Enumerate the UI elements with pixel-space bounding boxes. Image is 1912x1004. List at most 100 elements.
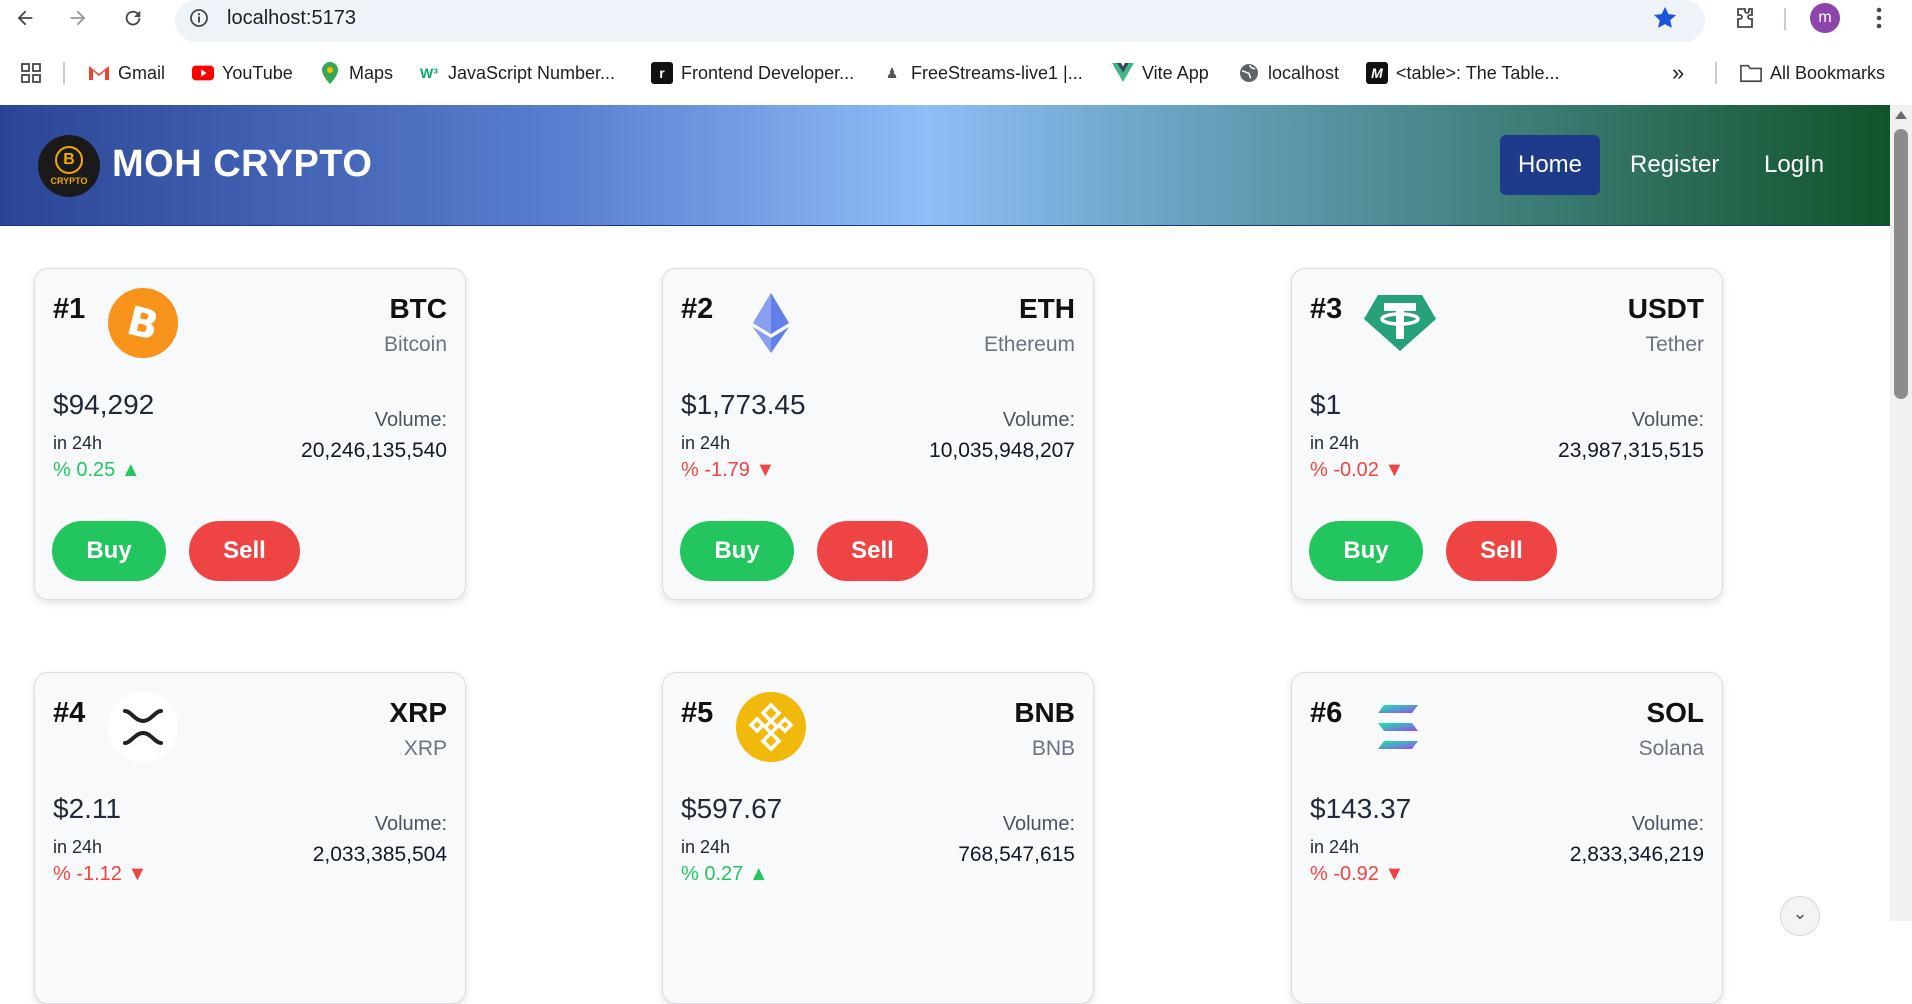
coin-rank: #1 [53, 293, 86, 325]
coin-card: #6 SOL Solana $143.37 in 24h % -0.92 ▼ V… [1291, 672, 1723, 1004]
url-text: localhost:5173 [227, 7, 356, 29]
buy-button[interactable]: Buy [680, 521, 794, 581]
coin-card: #5 BNB BNB $597.67 in 24h % 0.27 ▲ Volum… [662, 672, 1094, 1004]
bookmark-gmail[interactable]: Gmail [88, 56, 165, 90]
app-header: B CRYPTO MOH CRYPTO Home Register LogIn [0, 105, 1890, 226]
price-change: % -1.12 ▼ [53, 863, 148, 885]
scroll-up-arrow-icon[interactable] [1895, 111, 1907, 119]
bookmark-label: FreeStreams-live1 |... [911, 62, 1083, 83]
apps-grid-icon[interactable] [20, 56, 42, 90]
volume-label: Volume: [1631, 409, 1704, 431]
xrp-icon [107, 691, 179, 763]
bnb-icon [735, 691, 807, 763]
coin-symbol: SOL [1646, 697, 1704, 728]
reload-icon[interactable] [118, 3, 148, 33]
coin-rank: #4 [53, 697, 86, 729]
sell-button[interactable]: Sell [817, 521, 928, 581]
coin-rank: #2 [681, 293, 714, 325]
bookmark-freestreams[interactable]: ♟ FreeStreams-live1 |... [881, 56, 1083, 90]
coin-price: $1,773.45 [681, 389, 806, 420]
coin-rank: #5 [681, 697, 714, 729]
coin-name: XRP [403, 737, 447, 760]
ethereum-icon [735, 287, 807, 359]
scrollbar-thumb[interactable] [1894, 129, 1908, 399]
coin-name: Tether [1645, 333, 1704, 356]
sell-button[interactable]: Sell [1446, 521, 1557, 581]
back-icon[interactable] [10, 3, 40, 33]
bookmark-localhost[interactable]: localhost [1238, 56, 1339, 90]
in-24h-label: in 24h [681, 837, 731, 857]
bookmark-table-mdn[interactable]: M <table>: The Table... [1366, 56, 1559, 90]
in-24h-label: in 24h [681, 433, 731, 453]
bookmark-frontend-developer[interactable]: r Frontend Developer... [651, 56, 854, 90]
price-change: % -0.02 ▼ [1310, 459, 1405, 481]
price-change: % 0.25 ▲ [53, 459, 141, 481]
brand-logo[interactable]: B CRYPTO [38, 135, 100, 197]
coin-rank: #3 [1310, 293, 1343, 325]
bookmark-vite-app[interactable]: Vite App [1112, 56, 1209, 90]
price-change: % -1.79 ▼ [681, 459, 776, 481]
bitcoin-logo-icon: B [55, 146, 83, 174]
folder-icon [1740, 62, 1762, 84]
vue-icon [1112, 62, 1134, 84]
bookmark-label: JavaScript Number... [448, 62, 616, 83]
volume-value: 10,035,948,207 [929, 439, 1075, 462]
coin-name: Ethereum [983, 333, 1075, 356]
coin-name: Bitcoin [383, 333, 447, 356]
bookmarks-overflow-icon[interactable]: » [1672, 56, 1684, 90]
profile-avatar[interactable]: m [1810, 3, 1840, 33]
in-24h-label: in 24h [53, 433, 103, 453]
address-bar[interactable]: localhost:5173 [175, 0, 1705, 42]
bookmark-star-icon[interactable] [1651, 4, 1681, 34]
coin-symbol: XRP [389, 697, 447, 728]
bookmark-label: Vite App [1142, 62, 1209, 83]
forward-icon[interactable] [63, 3, 93, 33]
bookmark-maps[interactable]: Maps [319, 56, 393, 90]
bookmark-label: Gmail [118, 62, 166, 83]
volume-label: Volume: [374, 409, 447, 431]
chevron-down-icon[interactable]: ⌄ [1780, 896, 1820, 936]
tether-icon [1364, 287, 1436, 359]
all-bookmarks[interactable]: All Bookmarks [1740, 56, 1885, 90]
price-change: % 0.27 ▲ [681, 863, 769, 885]
stream-icon: ♟ [885, 64, 899, 81]
coin-price: $143.37 [1310, 793, 1412, 824]
gmail-icon [88, 62, 110, 84]
nav-register[interactable]: Register [1630, 135, 1719, 195]
browser-chrome: localhost:5173 m Gmail YouTube Maps W³ J… [0, 0, 1912, 105]
coin-symbol: BTC [389, 293, 447, 324]
bookmarks-bar: Gmail YouTube Maps W³ JavaScript Number.… [0, 56, 1912, 90]
bookmark-javascript-number[interactable]: W³ JavaScript Number... [418, 56, 615, 90]
solana-icon [1364, 691, 1436, 763]
coin-price: $94,292 [53, 389, 155, 420]
coin-rank: #6 [1310, 697, 1343, 729]
buy-button[interactable]: Buy [52, 521, 166, 581]
in-24h-label: in 24h [1310, 837, 1360, 857]
nav-login[interactable]: LogIn [1764, 135, 1824, 195]
site-info-icon[interactable] [189, 8, 209, 28]
logo-text: CRYPTO [50, 176, 88, 186]
bookmark-label: YouTube [222, 62, 293, 83]
page-scrollbar[interactable] [1890, 105, 1912, 921]
more-menu-icon[interactable] [1864, 3, 1894, 33]
buy-button[interactable]: Buy [1309, 521, 1423, 581]
extensions-icon[interactable] [1730, 3, 1760, 33]
nav-home[interactable]: Home [1500, 135, 1600, 195]
bitcoin-icon: B [107, 287, 179, 359]
in-24h-label: in 24h [53, 837, 103, 857]
price-change: % -0.92 ▼ [1310, 863, 1405, 885]
bookmark-label: Frontend Developer... [681, 62, 855, 83]
coin-card: #3 USDT Tether $1 in 24h % -0.02 ▼ Volum… [1291, 268, 1723, 600]
coin-price: $2.11 [53, 793, 121, 824]
volume-label: Volume: [374, 813, 447, 835]
bookmark-youtube[interactable]: YouTube [192, 56, 293, 90]
coin-name: BNB [1031, 737, 1075, 760]
sell-button[interactable]: Sell [189, 521, 300, 581]
bookmarks-divider [63, 62, 65, 84]
coin-name: Solana [1638, 737, 1704, 760]
all-bookmarks-label: All Bookmarks [1770, 62, 1886, 83]
toolbar-divider [1784, 8, 1786, 30]
brand-title[interactable]: MOH CRYPTO [112, 143, 372, 186]
frontend-icon: r [651, 62, 673, 84]
volume-label: Volume: [1002, 813, 1075, 835]
